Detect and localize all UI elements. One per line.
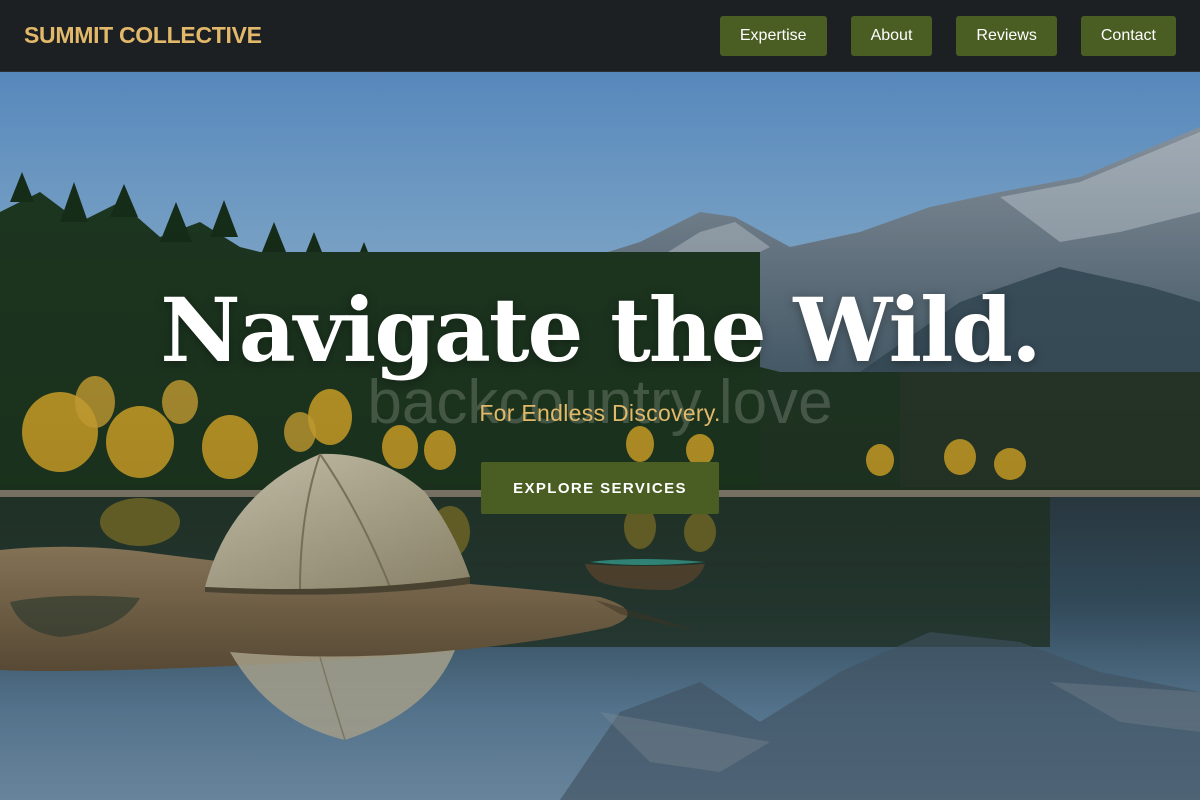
nav-expertise-button[interactable]: Expertise (719, 15, 827, 56)
nav-contact-button[interactable]: Contact (1080, 15, 1176, 56)
brand-logo[interactable]: SUMMIT COLLECTIVE (24, 22, 262, 49)
explore-services-button[interactable]: EXPLORE SERVICES (481, 462, 719, 514)
hero-section: backcountry love Navigate the Wild. For … (0, 72, 1200, 800)
site-header: SUMMIT COLLECTIVE Expertise About Review… (0, 0, 1200, 72)
hero-tagline: For Endless Discovery. (479, 400, 721, 426)
nav-reviews-button[interactable]: Reviews (956, 15, 1057, 56)
main-nav: Expertise About Reviews Contact (719, 15, 1176, 56)
nav-about-button[interactable]: About (850, 15, 933, 56)
hero-headline: Navigate the Wild. (160, 278, 1041, 382)
